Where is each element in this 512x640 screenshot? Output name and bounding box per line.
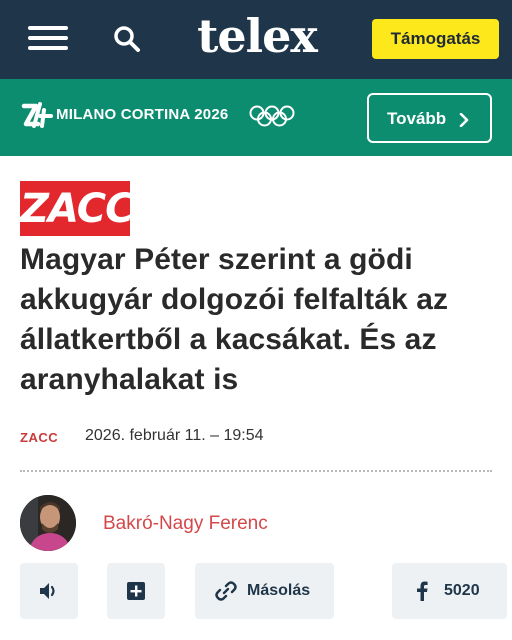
telex-logo[interactable]: telex [196,6,318,66]
copy-link-label: Másolás [247,582,311,599]
facebook-share-button[interactable]: 5020 [392,563,507,619]
milano-cortina-text: MILANO CORTINA 2026 [56,106,229,123]
milano-cortina-logo-icon [20,100,54,130]
divider [20,470,492,472]
olympics-banner[interactable]: MILANO CORTINA 2026 Tovább [0,79,512,156]
zacc-section-logo[interactable]: ZACC [20,181,134,236]
author-avatar[interactable] [20,495,76,551]
plus-icon [127,582,145,600]
chevron-right-icon [458,112,470,128]
author-name-link[interactable]: Bakró-Nagy Ferenc [103,513,268,535]
banner-more-label: Tovább [387,109,447,128]
hamburger-menu-icon[interactable] [28,26,68,50]
article-headline: Magyar Péter szerint a gödi akkugyár dol… [20,243,449,396]
olympic-rings-icon [249,104,295,128]
article-date: 2026. február 11. – 19:54 [85,427,264,444]
search-icon[interactable] [112,24,142,54]
support-button[interactable]: Támogatás [372,19,499,59]
article-section-link[interactable]: ZACC [20,430,58,445]
banner-more-button[interactable]: Tovább [367,93,492,143]
copy-link-button[interactable]: Másolás [195,563,334,619]
facebook-icon [417,581,428,601]
speaker-icon [40,583,55,599]
listen-audio-button[interactable] [20,563,78,619]
add-to-list-button[interactable] [107,563,165,619]
link-icon [215,581,237,601]
top-navigation-bar: telex Támogatás [0,0,512,79]
facebook-share-count: 5020 [444,582,480,599]
